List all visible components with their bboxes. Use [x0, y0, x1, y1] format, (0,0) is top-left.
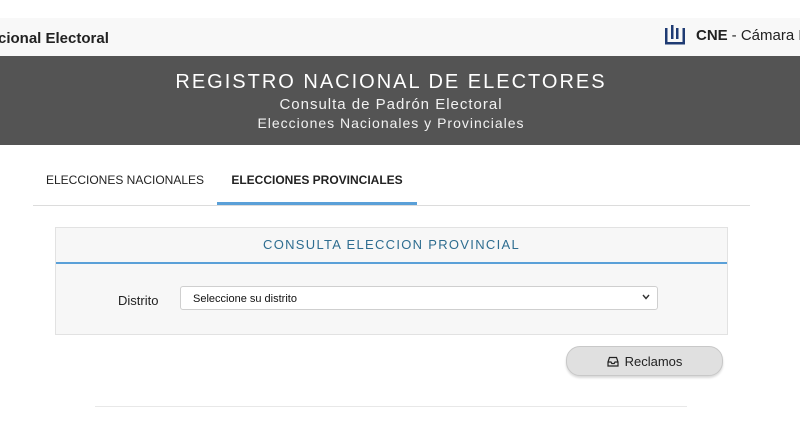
reclamos-label: Reclamos [624, 353, 683, 369]
election-tabs: ELECCIONES NACIONALES ELECCIONES PROVINC… [33, 160, 750, 206]
inbox-icon [606, 356, 619, 367]
site-title: cional Electoral [0, 30, 109, 47]
tab-elecciones-provinciales[interactable]: ELECCIONES PROVINCIALES [217, 160, 417, 205]
cne-brand: CNE [696, 26, 728, 44]
distrito-label: Distrito [118, 293, 159, 308]
top-bar: cional Electoral CNE - Cámara N [0, 18, 800, 56]
cne-brand-rest: - Cámara N [731, 26, 800, 44]
divider [95, 406, 687, 407]
cne-logo-icon [665, 25, 685, 45]
tab-elecciones-nacionales[interactable]: ELECCIONES NACIONALES [33, 160, 217, 204]
page-subtitle-secondary: Elecciones Nacionales y Provinciales [257, 115, 525, 131]
distrito-select[interactable]: Seleccione su distrito [180, 286, 658, 310]
panel-title: CONSULTA ELECCION PROVINCIAL [56, 228, 727, 264]
page-title: REGISTRO NACIONAL DE ELECTORES [175, 71, 607, 93]
cne-header-link[interactable]: CNE - Cámara N [664, 24, 800, 46]
chevron-down-icon [642, 294, 650, 300]
reclamos-button[interactable]: Reclamos [566, 346, 723, 376]
distrito-select-value: Seleccione su distrito [193, 293, 297, 305]
consulta-panel: CONSULTA ELECCION PROVINCIAL Distrito Se… [55, 227, 728, 335]
page-subtitle: Consulta de Padrón Electoral [279, 96, 503, 113]
header-banner: REGISTRO NACIONAL DE ELECTORES Consulta … [0, 56, 800, 145]
